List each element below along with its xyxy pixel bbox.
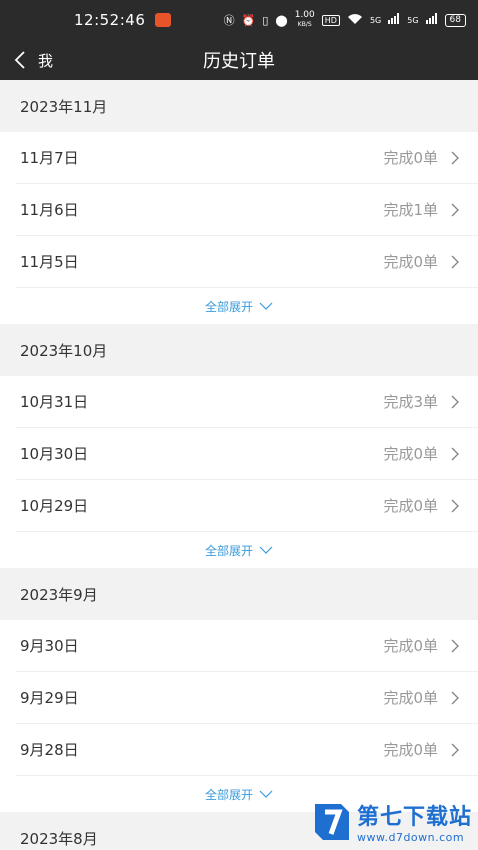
- history-order-list: 2023年11月 11月7日 完成0单 11月6日 完成1单 11月5日 完成0…: [0, 80, 478, 850]
- network-speed-value: 1.00: [294, 10, 315, 20]
- chevron-right-icon: [451, 499, 459, 512]
- day-row[interactable]: 11月6日 完成1单: [16, 184, 478, 236]
- expand-all-button[interactable]: 全部展开: [0, 288, 478, 324]
- day-order-count: 完成0单: [383, 741, 438, 759]
- hd-badge: HD: [321, 14, 340, 26]
- expand-all-label: 全部展开: [204, 543, 253, 558]
- month-header: 2023年10月: [0, 324, 478, 376]
- notification-app-icon: [155, 13, 172, 27]
- signal-1-icon: [388, 13, 400, 27]
- network-speed: 1.00 KB/S: [295, 11, 315, 29]
- day-date: 11月7日: [20, 149, 79, 167]
- expand-all-label: 全部展开: [204, 299, 253, 314]
- watermark-url: www.d7down.com: [356, 831, 465, 844]
- day-order-count: 完成0单: [383, 689, 438, 707]
- day-row[interactable]: 11月5日 完成0单: [16, 236, 478, 288]
- day-row[interactable]: 9月29日 完成0单: [16, 672, 478, 724]
- day-row[interactable]: 10月30日 完成0单: [16, 428, 478, 480]
- day-row[interactable]: 9月30日 完成0单: [16, 620, 478, 672]
- month-header: 2023年9月: [0, 568, 478, 620]
- alarm-icon: ⏰: [241, 13, 256, 27]
- chevron-left-icon: [14, 51, 25, 69]
- chevron-down-icon: [259, 790, 273, 798]
- nav-bar: 我 历史订单: [0, 40, 478, 80]
- day-row[interactable]: 11月7日 完成0单: [16, 132, 478, 184]
- day-order-count: 完成0单: [383, 637, 438, 655]
- month-group: 10月31日 完成3单 10月30日 完成0单 10月29日 完成0单 全部展开: [0, 376, 478, 568]
- watermark-logo-icon: [314, 803, 349, 840]
- status-icons: Ⓝ ⏰ ▯ ⬤ 1.00 KB/S HD 5G 5G 68: [224, 11, 466, 29]
- day-date: 11月5日: [20, 253, 79, 271]
- location-icon: ⬤: [275, 13, 288, 27]
- day-row[interactable]: 10月31日 完成3单: [16, 376, 478, 428]
- chevron-right-icon: [451, 151, 459, 164]
- day-date: 9月29日: [20, 689, 79, 707]
- status-bar: 12:52:46 Ⓝ ⏰ ▯ ⬤ 1.00 KB/S HD 5G 5G 68: [0, 0, 478, 40]
- signal-2-icon: [425, 13, 438, 27]
- chevron-down-icon: [259, 302, 273, 310]
- watermark-title: 第七下载站: [356, 805, 472, 830]
- day-order-count: 完成3单: [383, 393, 438, 411]
- page-title: 历史订单: [203, 51, 275, 72]
- day-date: 9月28日: [20, 741, 79, 759]
- day-date: 10月29日: [20, 497, 89, 515]
- day-order-count: 完成0单: [383, 253, 438, 271]
- month-group: 11月7日 完成0单 11月6日 完成1单 11月5日 完成0单 全部展开: [0, 132, 478, 324]
- battery-indicator: 68: [444, 13, 466, 27]
- day-date: 11月6日: [20, 201, 79, 219]
- chevron-right-icon: [451, 743, 459, 756]
- back-label: 我: [38, 51, 54, 70]
- month-group: 9月30日 完成0单 9月29日 完成0单 9月28日 完成0单 全部展开: [0, 620, 478, 812]
- day-order-count: 完成0单: [383, 149, 438, 167]
- nfc-icon: Ⓝ: [223, 14, 235, 27]
- watermark-text-block: 第七下载站 www.d7down.com: [357, 799, 472, 844]
- network-speed-unit: KB/S: [297, 21, 312, 28]
- day-row[interactable]: 10月29日 完成0单: [16, 480, 478, 532]
- watermark: 第七下载站 www.d7down.com: [311, 799, 472, 844]
- day-order-count: 完成0单: [383, 497, 438, 515]
- expand-all-button[interactable]: 全部展开: [0, 532, 478, 568]
- chevron-right-icon: [451, 255, 459, 268]
- expand-all-label: 全部展开: [204, 787, 253, 802]
- status-time: 12:52:46: [74, 11, 146, 29]
- day-date: 10月30日: [20, 445, 89, 463]
- day-date: 10月31日: [20, 393, 89, 411]
- signal-2-label: 5G: [407, 15, 419, 25]
- chevron-right-icon: [451, 691, 459, 704]
- signal-1-label: 5G: [369, 15, 382, 25]
- chevron-right-icon: [451, 395, 459, 408]
- chevron-right-icon: [451, 639, 459, 652]
- chevron-right-icon: [451, 447, 459, 460]
- month-header: 2023年11月: [0, 80, 478, 132]
- chevron-right-icon: [451, 203, 459, 216]
- wifi-icon: [347, 13, 363, 28]
- back-button[interactable]: 我: [0, 40, 53, 80]
- day-order-count: 完成0单: [383, 445, 438, 463]
- day-date: 9月30日: [20, 637, 79, 655]
- vibrate-icon: ▯: [262, 13, 269, 27]
- day-row[interactable]: 9月28日 完成0单: [16, 724, 478, 776]
- chevron-down-icon: [259, 546, 273, 554]
- day-order-count: 完成1单: [383, 201, 438, 219]
